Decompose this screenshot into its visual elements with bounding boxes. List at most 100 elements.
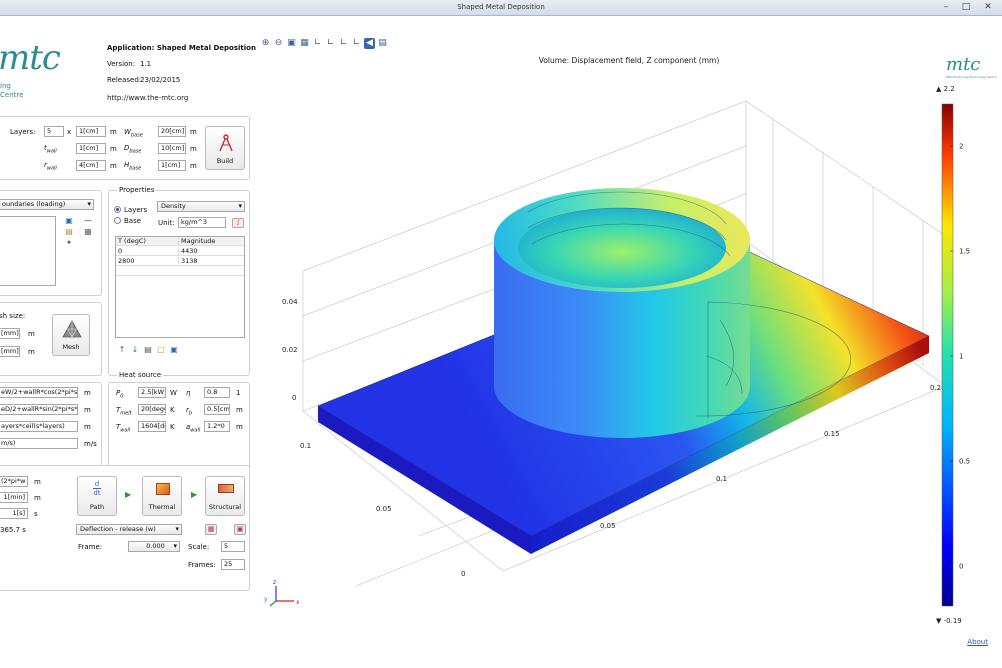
scale-input[interactable]: 5 — [221, 541, 245, 552]
table-row[interactable]: 2800 3138 — [116, 257, 244, 266]
speed-input[interactable]: (2*pi*w — [0, 476, 28, 487]
path-x-expression-input[interactable]: eW/2+wallR*cos(2*pi*s*lay — [0, 387, 78, 398]
clear-table-icon[interactable]: ▤ — [144, 346, 152, 354]
paste-icon[interactable]: ▣ — [65, 217, 73, 225]
z-tick-label: 0.04 — [282, 298, 298, 306]
boundary-selection-select[interactable]: oundaries (loading) — [0, 199, 94, 210]
max-mesh-size-input[interactable]: [mm] — [0, 328, 20, 339]
triad-z-label: z — [273, 579, 276, 586]
x-tick-label: 0.1 — [716, 475, 727, 483]
remove-icon[interactable]: — — [84, 217, 92, 225]
path-y-expression-input[interactable]: eD/2+wallR*sin(2*pi*s*laye — [0, 404, 78, 415]
structural-button[interactable]: Structural — [205, 476, 245, 516]
graphics-viewport[interactable]: Volume: Displacement field, Z component … — [256, 16, 1002, 668]
twall-input[interactable]: 1[cm] — [76, 143, 106, 154]
unit-m: m — [84, 389, 91, 397]
derivative-icon: d dt — [93, 480, 101, 497]
min-mesh-size-input[interactable]: [mm] — [0, 346, 20, 357]
twall-temp-input[interactable]: 1604[de — [138, 421, 166, 432]
unit-s: s — [34, 510, 38, 518]
duration-input[interactable]: 1[min] — [0, 492, 28, 503]
y-tick-label: 0 — [461, 570, 465, 578]
table-cell[interactable]: 0 — [116, 247, 122, 256]
table-cell[interactable]: 4430 — [178, 247, 198, 256]
table-row[interactable] — [116, 267, 244, 276]
build-button[interactable]: Build — [205, 126, 245, 170]
table-cell[interactable]: 3138 — [178, 257, 198, 266]
unit-m: m — [34, 494, 41, 502]
column-header: Magnitude — [178, 237, 215, 246]
plot-function-icon[interactable]: ∫ — [232, 218, 244, 228]
move-down-icon[interactable]: ↓ — [131, 346, 139, 354]
power-input[interactable]: 2.5[kW] — [138, 387, 166, 398]
property-select[interactable]: Density — [157, 201, 245, 212]
z-tick-label: 0 — [292, 394, 296, 402]
unit-m: m — [28, 330, 35, 338]
animation-icon[interactable]: ▣ — [234, 524, 246, 535]
arrow-right-icon: ▶ — [125, 490, 132, 499]
unit-k: K — [170, 423, 175, 431]
tmelt-input[interactable]: 20[degC — [138, 404, 166, 415]
frames-input[interactable]: 25 — [221, 559, 245, 570]
path-z-expression-input[interactable]: ayers*ceil(s*layers) — [0, 421, 78, 432]
selection-list[interactable] — [0, 216, 56, 286]
awall-label: awall — [186, 423, 201, 434]
frame-select[interactable]: 0.000 — [128, 541, 180, 552]
copy-icon[interactable]: ▤ — [65, 228, 73, 236]
unit-m: m — [110, 162, 117, 170]
base-radio-label: Base — [124, 217, 142, 225]
minimize-button[interactable]: – — [940, 2, 952, 12]
triad-x-label: x — [296, 599, 300, 606]
about-link[interactable]: About — [967, 638, 988, 646]
colorbar-tick-label: 0 — [959, 563, 963, 571]
unit-m: m — [28, 348, 35, 356]
layers-input[interactable]: 5 — [44, 126, 64, 137]
dbase-input[interactable]: 10[cm] — [158, 143, 186, 154]
thermal-button[interactable]: Thermal — [142, 476, 182, 516]
colorbar-tick-label: 1.5 — [959, 248, 970, 256]
unit-ms: m/s — [84, 440, 97, 448]
hbase-input[interactable]: 1[cm] — [158, 160, 186, 171]
speed-expression-input[interactable]: m/s) — [0, 438, 78, 449]
window-title: Shaped Metal Deposition — [457, 3, 545, 11]
layers-radio[interactable] — [114, 206, 121, 213]
property-table[interactable]: T (degC) Magnitude 0 4430 2800 3138 — [115, 236, 245, 338]
base-radio[interactable] — [114, 217, 121, 224]
times-sign: x — [67, 128, 72, 136]
twall-label: twall — [44, 144, 57, 155]
open-folder-icon[interactable]: □ — [157, 346, 165, 354]
unit-input[interactable]: kg/m^3 — [178, 217, 226, 228]
colorbar-min-label: ▼ -0.19 — [936, 617, 962, 625]
time-step-input[interactable]: 1[s] — [0, 508, 28, 519]
maximize-button[interactable]: □ — [960, 2, 972, 12]
save-icon[interactable]: ▣ — [170, 346, 178, 354]
rwall-label: rwall — [44, 161, 57, 172]
table-cell[interactable]: 2800 — [116, 257, 135, 266]
plot-icon[interactable]: ▦ — [205, 524, 217, 535]
efficiency-input[interactable]: 0.8 — [204, 387, 230, 398]
thermal-label: Thermal — [148, 503, 176, 511]
colorbar-tick-label: 2 — [959, 143, 963, 151]
settings-area: mtc ing Centre Application: Shaped Metal… — [0, 16, 256, 668]
beam-radius-input[interactable]: 0.5[cm] — [204, 404, 230, 415]
x-tick-label: 0.2 — [930, 384, 941, 392]
move-up-icon[interactable]: ↑ — [118, 346, 126, 354]
color-bar — [941, 103, 954, 607]
unit-m: m — [236, 406, 243, 414]
mesh-button[interactable]: Mesh — [52, 314, 90, 356]
unit-m: m — [190, 162, 197, 170]
zoom-selection-icon[interactable]: ✦ — [65, 239, 73, 247]
website-link[interactable]: http://www.the-mtc.org — [107, 94, 188, 102]
logo-subtitle-2: Centre — [0, 91, 24, 99]
layer-height-input[interactable]: 1[cm] — [76, 126, 106, 137]
rwall-input[interactable]: 4[cm] — [76, 160, 106, 171]
table-row[interactable]: 0 4430 — [116, 247, 244, 256]
wbase-input[interactable]: 20[cm] — [158, 126, 186, 137]
awall-input[interactable]: 1.2*0 — [204, 421, 230, 432]
unit-m: m — [84, 406, 91, 414]
close-button[interactable]: ✕ — [982, 2, 994, 12]
clear-icon[interactable]: ▦ — [84, 228, 92, 236]
plot-canvas[interactable]: Volume: Displacement field, Z component … — [256, 16, 1002, 668]
path-button[interactable]: d dt Path — [77, 476, 117, 516]
result-select[interactable]: Deflection - release (w) — [76, 524, 182, 535]
